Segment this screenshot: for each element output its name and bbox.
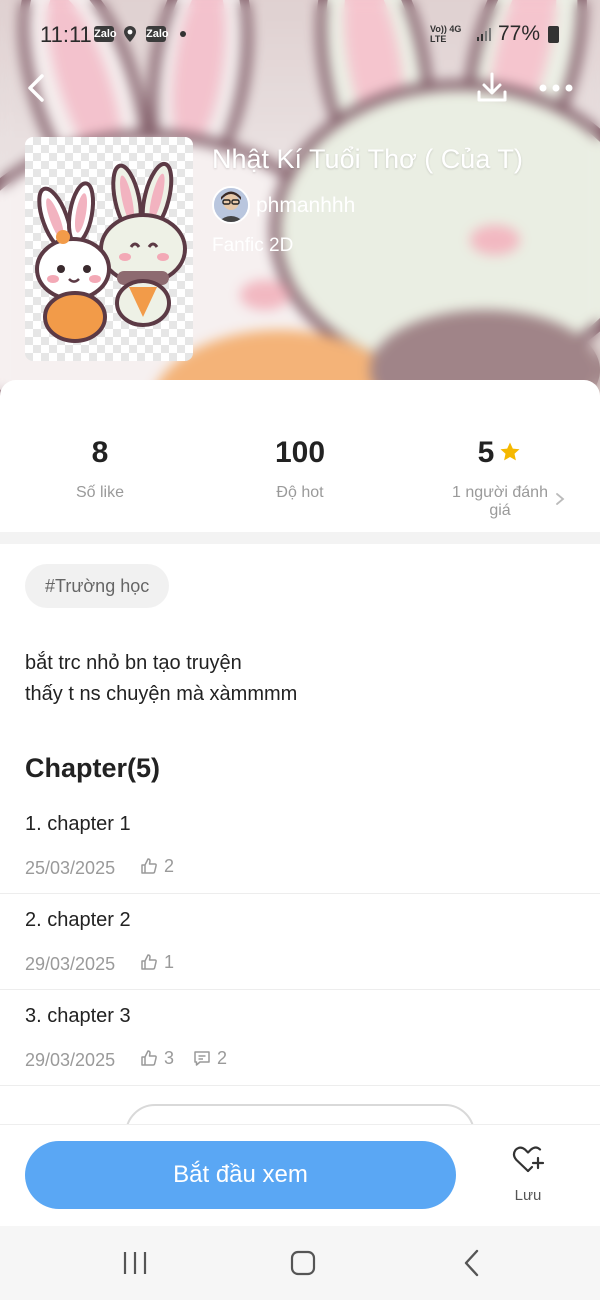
- chapter-comments: 2: [193, 1048, 227, 1070]
- chapter-likes: 2: [140, 856, 174, 878]
- chapter-likes-count: 3: [164, 1048, 175, 1068]
- hot-score: 100: [274, 436, 326, 469]
- system-back-button[interactable]: [452, 1246, 492, 1280]
- status-bar: 11:11 Zalo Zalo Vo)) 4G LTE 77%: [0, 0, 600, 66]
- story-genre: Fanfic 2D: [212, 235, 294, 256]
- rating-count-label: 1 người đánh giá: [452, 484, 548, 519]
- save-button[interactable]: Lưu: [498, 1144, 558, 1210]
- story-title: Nhật Kí Tuổi Thơ ( Của T): [212, 144, 523, 174]
- comment-icon: [194, 1051, 210, 1066]
- section-divider: [0, 532, 600, 544]
- story-cover-image[interactable]: [25, 137, 193, 361]
- network-indicator: Vo)) 4G LTE: [430, 24, 461, 44]
- thumbs-up-icon: [141, 858, 157, 874]
- download-icon: [477, 72, 507, 102]
- network-bottom-label: LTE: [430, 34, 447, 44]
- zalo-notification-icon: Zalo: [94, 26, 117, 42]
- likes-stat: 8 Số like: [0, 436, 200, 502]
- chapter-list-item[interactable]: 3. chapter 3 29/03/2025 3 2: [0, 990, 600, 1086]
- chapter-likes: 3: [140, 1048, 174, 1070]
- recent-apps-button[interactable]: [115, 1246, 155, 1280]
- hot-stat: 100 Độ hot: [200, 436, 400, 502]
- author-name[interactable]: phmanhhh: [256, 194, 355, 218]
- back-arrow-icon: [464, 1249, 479, 1277]
- more-horizontal-icon: [539, 84, 573, 92]
- hot-label: Độ hot: [276, 484, 324, 501]
- chapter-likes-count: 2: [164, 856, 175, 876]
- avatar-image: [214, 188, 248, 222]
- star-icon: [500, 442, 520, 461]
- chapter-title: 3. chapter 3: [25, 1005, 131, 1027]
- rating-stat[interactable]: 5 1 người đánh giá: [400, 436, 600, 520]
- rating-value: 5: [477, 436, 495, 469]
- chevron-left-icon: [28, 74, 44, 102]
- chapter-list-item[interactable]: 2. chapter 2 29/03/2025 1: [0, 894, 600, 990]
- chapter-comments-count: 2: [217, 1048, 228, 1068]
- likes-count: 8: [91, 436, 109, 469]
- status-time: 11:11: [40, 22, 92, 47]
- home-icon: [290, 1250, 316, 1276]
- location-icon: [122, 25, 138, 48]
- chapter-likes-count: 1: [164, 952, 175, 972]
- notification-dot-icon: [180, 31, 186, 37]
- bunny-cover-illustration: [35, 161, 187, 343]
- chevron-right-icon[interactable]: [553, 490, 567, 508]
- heart-plus-icon: [512, 1146, 545, 1173]
- story-description: bắt trc nhỏ bn tạo truyện thấy t ns chuy…: [25, 648, 297, 710]
- home-button[interactable]: [283, 1246, 323, 1280]
- chapter-date: 29/03/2025: [25, 1050, 116, 1070]
- chapter-list-item[interactable]: 1. chapter 1 25/03/2025 2: [0, 798, 600, 894]
- description-line-1: bắt trc nhỏ bn tạo truyện: [25, 652, 242, 674]
- chapter-date: 25/03/2025: [25, 858, 116, 878]
- description-line-2: thấy t ns chuyện mà xàmmmm: [25, 683, 298, 705]
- more-options-button[interactable]: [534, 70, 578, 106]
- back-button[interactable]: [18, 68, 54, 108]
- signal-icon: [476, 26, 492, 42]
- battery-percentage: 77%: [498, 22, 541, 45]
- download-button[interactable]: [472, 68, 512, 108]
- chapter-likes: 1: [140, 952, 174, 974]
- chapter-title: 2. chapter 2: [25, 909, 131, 931]
- system-navigation-bar: [0, 1226, 600, 1300]
- zalo-notification-icon-2: Zalo: [146, 26, 169, 42]
- save-label: Lưu: [514, 1187, 542, 1204]
- chapters-heading: Chapter(5): [25, 753, 161, 783]
- author-avatar[interactable]: [212, 186, 250, 224]
- thumbs-up-icon: [141, 954, 157, 970]
- likes-label: Số like: [75, 484, 125, 501]
- start-reading-button[interactable]: Bắt đầu xem: [25, 1141, 456, 1209]
- story-tag[interactable]: #Trường học: [25, 564, 170, 608]
- chapter-title: 1. chapter 1: [25, 813, 131, 835]
- recent-apps-icon: [123, 1252, 147, 1274]
- network-top-label: Vo)) 4G: [430, 24, 462, 34]
- chapter-date: 29/03/2025: [25, 954, 116, 974]
- battery-icon: [548, 26, 559, 43]
- thumbs-up-icon: [141, 1050, 157, 1066]
